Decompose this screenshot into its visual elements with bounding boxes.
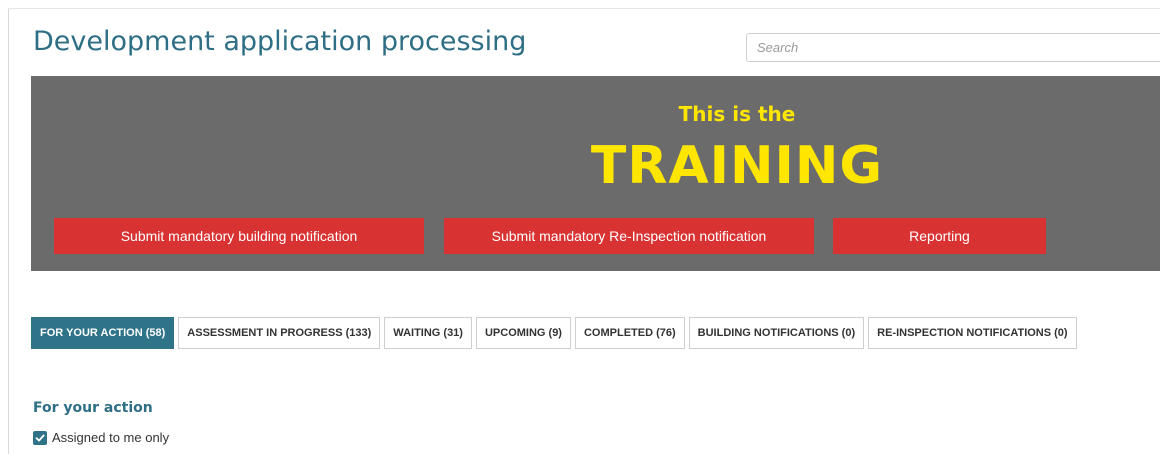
checkbox-label: Assigned to me only — [52, 430, 170, 445]
checkmark-icon[interactable] — [33, 430, 47, 445]
submit-building-notification-button[interactable]: Submit mandatory building notification — [54, 218, 424, 254]
tab-upcoming[interactable]: UPCOMING (9) — [475, 317, 571, 349]
reporting-button[interactable]: Reporting — [833, 218, 1046, 254]
banner-line-2: TRAINING — [590, 136, 884, 196]
page-left-border — [8, 8, 9, 454]
tab-bar: FOR YOUR ACTION (58) ASSESSMENT IN PROGR… — [31, 317, 1077, 349]
page-top-border — [8, 8, 1160, 9]
tab-completed[interactable]: COMPLETED (76) — [574, 317, 685, 349]
tab-for-your-action[interactable]: FOR YOUR ACTION (58) — [31, 317, 175, 349]
tab-waiting[interactable]: WAITING (31) — [384, 317, 472, 349]
tab-building-notifications[interactable]: BUILDING NOTIFICATIONS (0) — [688, 317, 865, 349]
submit-reinspection-notification-button[interactable]: Submit mandatory Re-Inspection notificat… — [444, 218, 814, 254]
search-input[interactable] — [746, 33, 1160, 62]
banner-line-1: This is the — [678, 102, 796, 126]
training-banner: This is the TRAINING Submit mandatory bu… — [31, 76, 1160, 271]
page-title: Development application processing — [33, 26, 527, 57]
tab-reinspection-notifications[interactable]: RE-INSPECTION NOTIFICATIONS (0) — [868, 317, 1077, 349]
tab-assessment-in-progress[interactable]: ASSESSMENT IN PROGRESS (133) — [178, 317, 381, 349]
section-heading: For your action — [33, 400, 153, 416]
assigned-to-me-checkbox[interactable]: Assigned to me only — [33, 430, 169, 445]
